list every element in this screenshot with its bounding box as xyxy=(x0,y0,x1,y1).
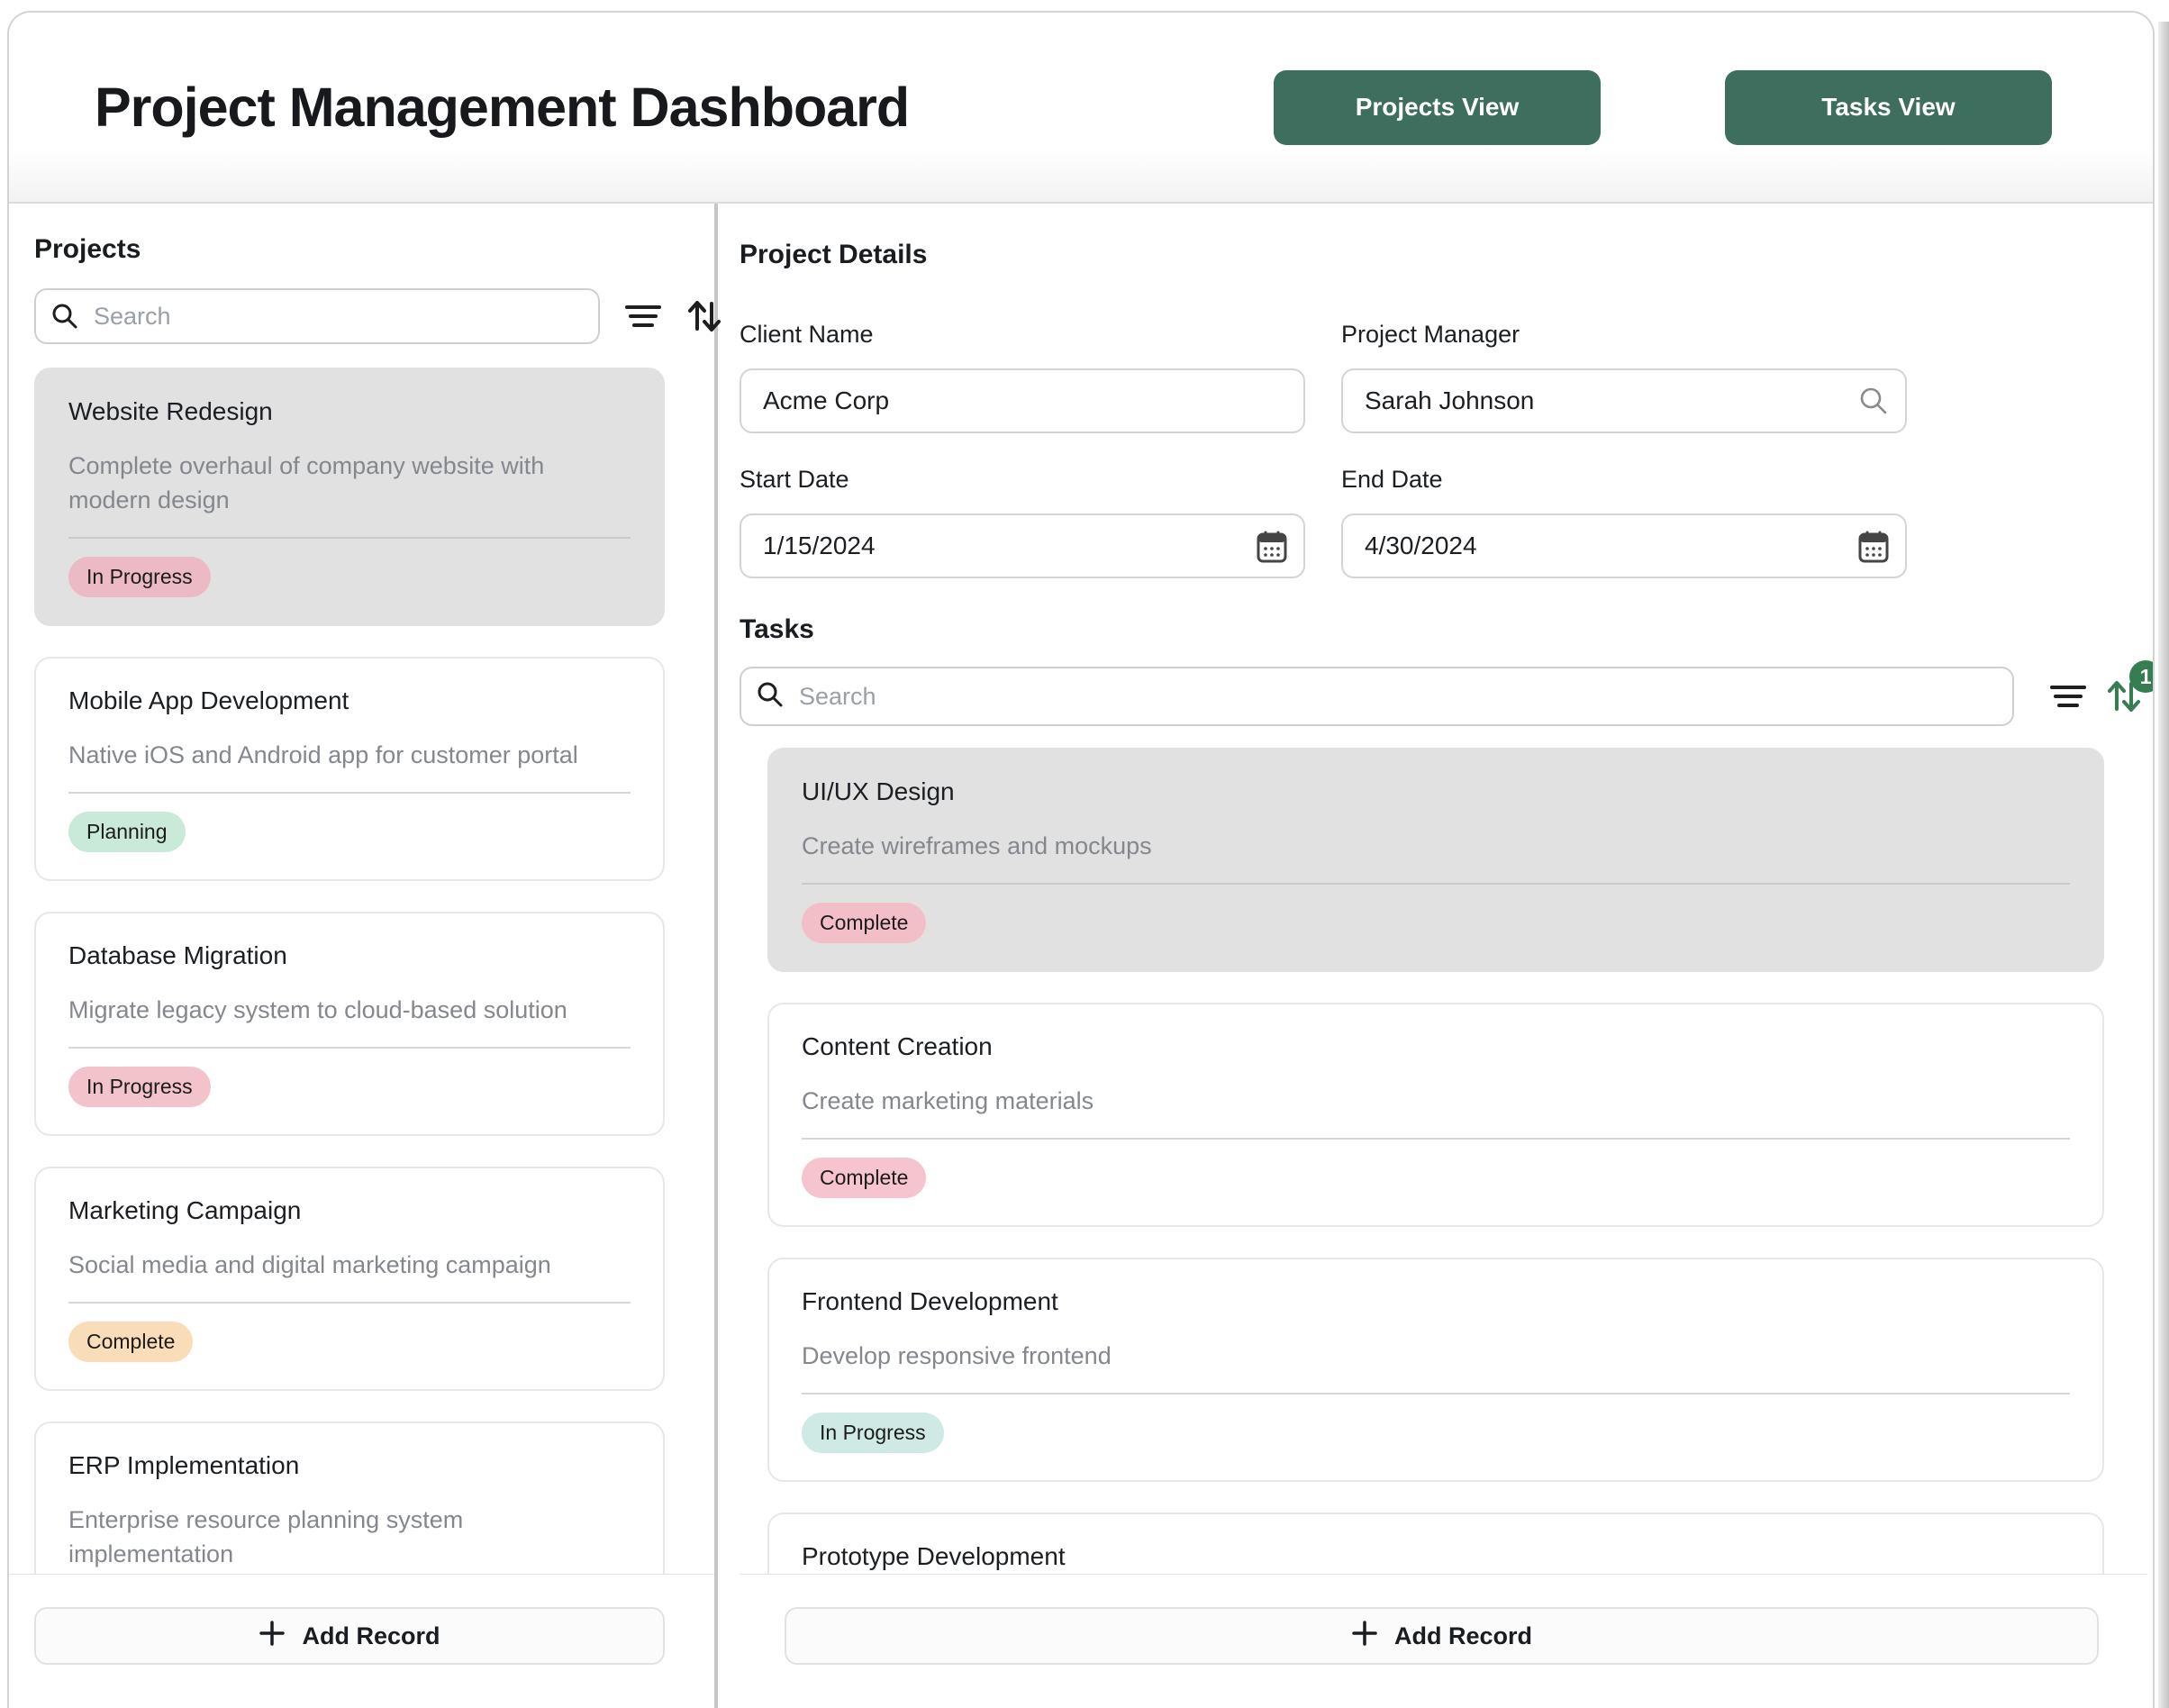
tasks-search-box xyxy=(740,667,2014,726)
end-date-label: End Date xyxy=(1341,466,1907,494)
project-manager-field: Project Manager xyxy=(1341,321,1907,433)
task-description: Develop responsive frontend xyxy=(802,1339,2070,1373)
calendar-icon[interactable] xyxy=(1858,531,1889,568)
start-date-field: Start Date xyxy=(740,466,1305,578)
projects-heading: Projects xyxy=(34,234,714,265)
add-record-label: Add Record xyxy=(302,1622,440,1650)
card-separator xyxy=(68,1047,631,1049)
status-badge: Complete xyxy=(68,1322,193,1362)
sort-count-badge: 1 xyxy=(2129,660,2155,693)
tasks-sort-button[interactable]: 1 xyxy=(2101,673,2147,720)
status-badge: In Progress xyxy=(802,1413,944,1453)
search-icon[interactable] xyxy=(1858,386,1889,421)
search-icon xyxy=(756,680,785,713)
task-title: Content Creation xyxy=(802,1031,2070,1062)
project-card-erp-implementation[interactable]: ERP Implementation Enterprise resource p… xyxy=(34,1422,665,1575)
card-separator xyxy=(802,1393,2070,1395)
task-card-prototype-development[interactable]: Prototype Development xyxy=(767,1513,2104,1575)
client-name-label: Client Name xyxy=(740,321,1305,349)
tasks-filter-button[interactable] xyxy=(2045,677,2092,716)
status-badge: In Progress xyxy=(68,557,211,597)
project-description: Native iOS and Android app for customer … xyxy=(68,738,631,772)
project-description: Enterprise resource planning system impl… xyxy=(68,1503,631,1571)
task-description: Create marketing materials xyxy=(802,1084,2070,1118)
header: Project Management Dashboard Projects Vi… xyxy=(9,13,2153,204)
task-description: Create wireframes and mockups xyxy=(802,829,2070,863)
task-card-content-creation[interactable]: Content Creation Create marketing materi… xyxy=(767,1003,2104,1227)
plus-icon xyxy=(1351,1620,1378,1653)
tasks-list: UI/UX Design Create wireframes and mocku… xyxy=(740,726,2147,1575)
tasks-search-row: 1 xyxy=(740,667,2147,726)
status-badge: Planning xyxy=(68,812,186,852)
details-and-tasks-panel: Project Details Client Name Project Mana… xyxy=(718,204,2153,1708)
plus-icon xyxy=(259,1620,286,1653)
card-separator xyxy=(68,537,631,539)
task-card-frontend-development[interactable]: Frontend Development Develop responsive … xyxy=(767,1258,2104,1482)
projects-panel: Projects xyxy=(9,204,718,1708)
project-title: ERP Implementation xyxy=(68,1450,631,1481)
end-date-field: End Date xyxy=(1341,466,1907,578)
status-badge: In Progress xyxy=(68,1067,211,1107)
client-name-input[interactable] xyxy=(740,368,1305,433)
filter-icon xyxy=(2048,702,2088,715)
project-details-heading: Project Details xyxy=(740,240,2147,270)
tasks-search-input[interactable] xyxy=(740,667,2014,726)
tasks-view-button[interactable]: Tasks View xyxy=(1725,70,2052,145)
card-separator xyxy=(802,883,2070,885)
card-separator xyxy=(802,1138,2070,1140)
project-card-mobile-app-development[interactable]: Mobile App Development Native iOS and An… xyxy=(34,657,665,881)
add-record-label: Add Record xyxy=(1394,1622,1532,1650)
start-date-input[interactable] xyxy=(740,513,1305,578)
search-icon xyxy=(50,302,79,335)
project-card-database-migration[interactable]: Database Migration Migrate legacy system… xyxy=(34,912,665,1136)
projects-list: Website Redesign Complete overhaul of co… xyxy=(9,344,714,1575)
status-badge: Complete xyxy=(802,903,926,943)
project-title: Marketing Campaign xyxy=(68,1195,631,1226)
project-description: Migrate legacy system to cloud-based sol… xyxy=(68,993,631,1027)
project-details-form: Client Name Project Manager Sta xyxy=(740,321,2147,578)
filter-icon xyxy=(623,322,663,335)
view-switcher: Projects View Tasks View xyxy=(1274,70,2052,145)
project-description: Complete overhaul of company website wit… xyxy=(68,449,631,517)
page-title: Project Management Dashboard xyxy=(95,76,1274,139)
project-title: Website Redesign xyxy=(68,396,631,427)
project-title: Mobile App Development xyxy=(68,686,631,716)
tasks-add-record-button[interactable]: Add Record xyxy=(785,1607,2099,1665)
project-card-website-redesign[interactable]: Website Redesign Complete overhaul of co… xyxy=(34,368,665,626)
client-name-field: Client Name xyxy=(740,321,1305,433)
project-title: Database Migration xyxy=(68,940,631,971)
task-card-uiux-design[interactable]: UI/UX Design Create wireframes and mocku… xyxy=(767,748,2104,972)
projects-filter-button[interactable] xyxy=(620,296,667,336)
task-title: Frontend Development xyxy=(802,1286,2070,1317)
card-separator xyxy=(68,792,631,794)
projects-search-input[interactable] xyxy=(34,288,600,344)
projects-view-button[interactable]: Projects View xyxy=(1274,70,1601,145)
end-date-input[interactable] xyxy=(1341,513,1907,578)
card-separator xyxy=(68,1302,631,1304)
projects-add-record-button[interactable]: Add Record xyxy=(34,1607,665,1665)
sort-arrows-icon xyxy=(2104,705,2144,719)
project-manager-input[interactable] xyxy=(1341,368,1907,433)
calendar-icon[interactable] xyxy=(1257,531,1287,568)
projects-search-box xyxy=(34,288,600,344)
tasks-heading: Tasks xyxy=(740,614,2147,645)
project-description: Social media and digital marketing campa… xyxy=(68,1248,631,1282)
task-title: Prototype Development xyxy=(802,1541,2070,1572)
task-title: UI/UX Design xyxy=(802,777,2070,807)
window-scrollbar[interactable] xyxy=(2158,22,2169,1708)
status-badge: Complete xyxy=(802,1158,926,1198)
start-date-label: Start Date xyxy=(740,466,1305,494)
project-card-marketing-campaign[interactable]: Marketing Campaign Social media and digi… xyxy=(34,1167,665,1391)
projects-search-row xyxy=(34,288,714,344)
project-manager-label: Project Manager xyxy=(1341,321,1907,349)
app-window: Project Management Dashboard Projects Vi… xyxy=(7,11,2155,1708)
